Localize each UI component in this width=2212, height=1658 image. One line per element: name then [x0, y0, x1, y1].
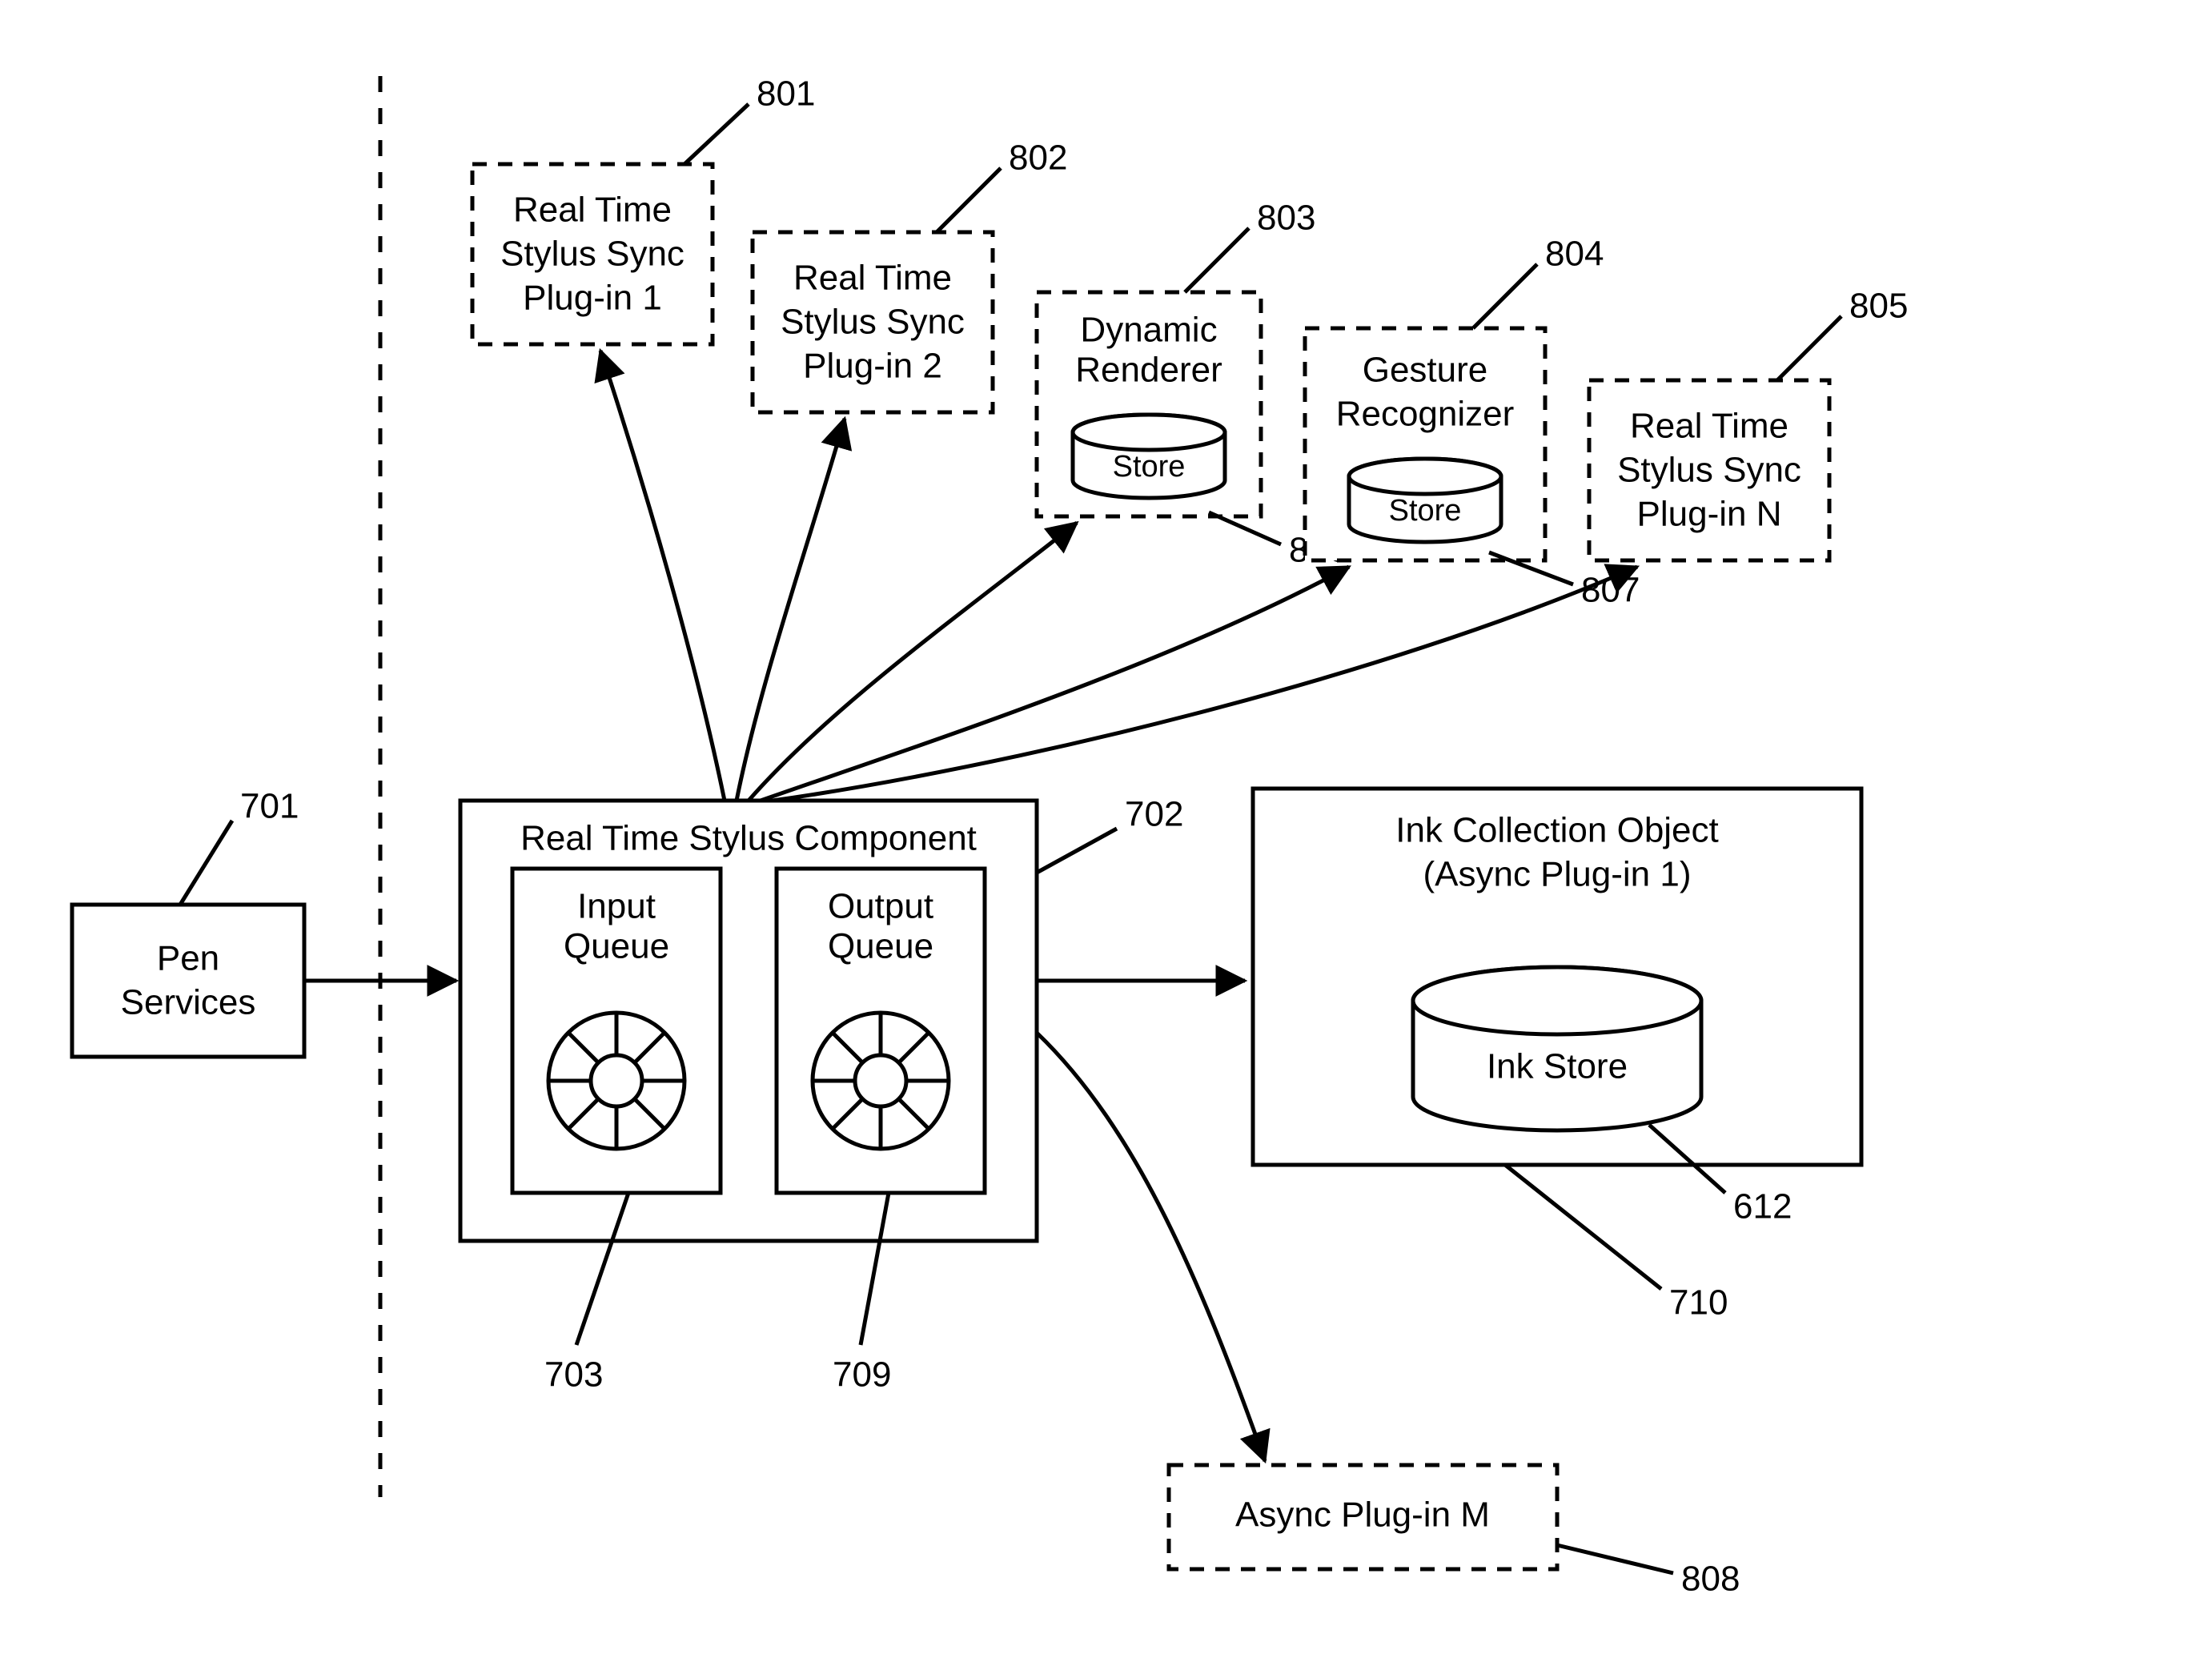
plugin1-l2: Stylus Sync	[500, 235, 684, 274]
dyn-store-label: Store	[1113, 450, 1186, 484]
gest-store-label: Store	[1389, 494, 1462, 528]
output-queue-l2: Queue	[828, 927, 933, 966]
ink-collection-box: Ink Collection Object (Async Plug-in 1) …	[1253, 789, 1861, 1165]
edge-rts-to-asyncm	[1037, 1033, 1265, 1461]
ref-804: 804	[1545, 235, 1604, 274]
plugin-n-box: Real Time Stylus Sync Plug-in N	[1589, 380, 1829, 560]
ref-710: 710	[1669, 1283, 1728, 1323]
plugin2-l3: Plug-in 2	[803, 347, 942, 386]
output-queue-l1: Output	[828, 887, 933, 926]
gest-l1: Gesture	[1363, 351, 1488, 390]
async-m-label: Async Plug-in M	[1235, 1495, 1490, 1535]
ref-803: 803	[1257, 199, 1315, 238]
plugin1-l3: Plug-in 1	[523, 279, 662, 318]
plugin2-l1: Real Time	[793, 259, 952, 298]
output-queue-box: Output Queue	[777, 869, 985, 1193]
ink-obj-l2: (Async Plug-in 1)	[1423, 855, 1691, 894]
ink-obj-l1: Ink Collection Object	[1395, 811, 1719, 850]
gesture-store-icon: Store	[1349, 459, 1501, 542]
plugin2-l2: Stylus Sync	[781, 303, 965, 342]
ref-709: 709	[833, 1355, 891, 1395]
ref-612: 612	[1733, 1187, 1792, 1226]
pen-services-label-1: Pen	[157, 939, 219, 978]
pluginN-l1: Real Time	[1630, 407, 1788, 446]
ink-store-cylinder-icon: Ink Store	[1413, 967, 1701, 1130]
plugin-2-box: Real Time Stylus Sync Plug-in 2	[753, 232, 993, 412]
dyn-l2: Renderer	[1075, 351, 1222, 390]
ref-702: 702	[1125, 795, 1183, 834]
pen-services-label-2: Services	[121, 983, 256, 1022]
input-queue-l2: Queue	[564, 927, 669, 966]
pen-services-box: Pen Services	[72, 905, 304, 1057]
pluginN-l2: Stylus Sync	[1617, 451, 1801, 490]
dynamic-renderer-store-icon: Store	[1073, 415, 1225, 498]
ink-store-label: Ink Store	[1487, 1047, 1628, 1086]
rts-title: Real Time Stylus Component	[520, 819, 977, 858]
ref-808: 808	[1681, 1560, 1740, 1599]
ref-701: 701	[240, 787, 299, 826]
pluginN-l3: Plug-in N	[1637, 495, 1782, 534]
plugin1-l1: Real Time	[513, 191, 672, 230]
ref-703: 703	[544, 1355, 603, 1395]
input-queue-box: Input Queue	[512, 869, 721, 1193]
async-plugin-m-box: Async Plug-in M	[1169, 1465, 1557, 1569]
dynamic-renderer-box: Dynamic Renderer Store	[1037, 292, 1261, 516]
dyn-l1: Dynamic	[1080, 311, 1217, 350]
ref-802: 802	[1009, 139, 1067, 178]
input-queue-l1: Input	[577, 887, 656, 926]
gesture-recognizer-box: Gesture Recognizer Store	[1305, 328, 1545, 560]
ref-801: 801	[757, 74, 815, 114]
plugin-1-box: Real Time Stylus Sync Plug-in 1	[472, 164, 713, 344]
gest-l2: Recognizer	[1336, 395, 1515, 434]
ref-805: 805	[1849, 287, 1908, 326]
